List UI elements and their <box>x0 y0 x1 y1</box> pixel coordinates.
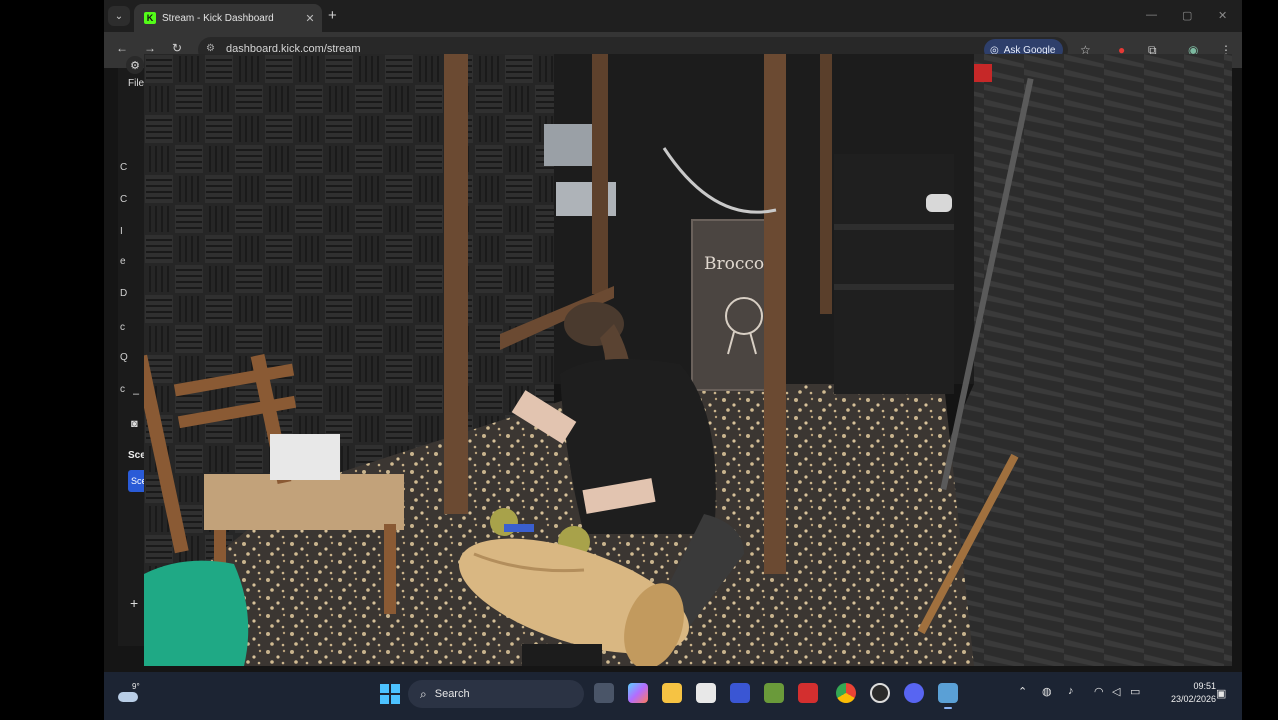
windows-taskbar: 9° ⌕ Search ⌃ ◍ ♪ ◠ ◁ ▭ 09:51 23/02/2026… <box>104 672 1242 720</box>
minecraft-icon[interactable] <box>764 683 784 703</box>
maximize-icon[interactable]: ▢ <box>1182 9 1192 22</box>
show-hidden-icons-icon[interactable]: ⌃ <box>1018 685 1027 698</box>
close-window-icon[interactable]: ✕ <box>1218 9 1227 22</box>
kick-favicon-icon: K <box>144 12 156 24</box>
task-view-icon[interactable] <box>594 683 614 703</box>
taskbar-clock[interactable]: 09:51 23/02/2026 <box>1154 680 1216 706</box>
dashboard-side-label[interactable]: c <box>120 384 125 395</box>
file-explorer-icon[interactable] <box>662 683 682 703</box>
roblox-icon[interactable] <box>798 683 818 703</box>
dashboard-side-label[interactable]: D <box>120 288 127 299</box>
dashboard-side-label[interactable]: C <box>120 194 127 205</box>
minimize-icon[interactable]: — <box>1146 9 1157 21</box>
dashboard-side-label[interactable]: I <box>120 226 123 237</box>
windows-logo-icon <box>380 684 389 693</box>
tab-search-button[interactable]: ⌄ <box>108 6 130 26</box>
video-settings-icon[interactable]: ⚙ <box>126 56 144 74</box>
wifi-icon[interactable]: ◠ <box>1094 685 1104 698</box>
volume-icon[interactable]: ◁ <box>1112 685 1120 698</box>
calendar-icon[interactable] <box>696 683 716 703</box>
camera-icon[interactable]: ◙ <box>131 418 138 430</box>
browser-tab-strip: ⌄ K Stream - Kick Dashboard ✕ + — ▢ ✕ <box>104 0 1242 32</box>
clock-time: 09:51 <box>1193 681 1216 691</box>
chrome-icon[interactable] <box>836 683 856 703</box>
desktop-screen: ⌄ K Stream - Kick Dashboard ✕ + — ▢ ✕ ← … <box>104 0 1242 720</box>
woodworking-room-scene: Broccoli <box>144 54 1232 666</box>
collapse-icon[interactable]: – <box>133 388 139 400</box>
notifications-icon[interactable]: ▣ <box>1216 687 1226 700</box>
new-tab-button[interactable]: + <box>328 7 337 24</box>
stream-video-preview[interactable]: Broccoli <box>144 54 1232 666</box>
file-menu[interactable]: File <box>128 78 144 89</box>
back-icon[interactable]: ← <box>116 41 128 55</box>
chevron-down-icon: ⌄ <box>114 10 124 22</box>
weather-temp: 9° <box>132 682 140 691</box>
copilot-icon[interactable] <box>628 683 648 703</box>
tab-title: Stream - Kick Dashboard <box>162 12 274 24</box>
search-icon: ⌕ <box>420 686 427 701</box>
search-placeholder: Search <box>434 688 470 700</box>
tray-app-icon[interactable]: ◍ <box>1042 685 1052 698</box>
obs-icon[interactable] <box>870 683 890 703</box>
screen-app-icon[interactable] <box>938 683 958 709</box>
microphone-icon[interactable]: ♪ <box>1068 685 1074 697</box>
browser-tab-kick-dashboard[interactable]: K Stream - Kick Dashboard ✕ <box>134 4 322 32</box>
add-scene-button[interactable]: + <box>130 595 138 611</box>
discord-icon[interactable] <box>904 683 924 703</box>
dashboard-side-label[interactable]: Q <box>120 352 128 363</box>
weather-widget[interactable]: 9° <box>118 682 144 708</box>
close-tab-icon[interactable]: ✕ <box>302 12 318 25</box>
reload-icon[interactable]: ↻ <box>172 41 182 55</box>
dashboard-side-label[interactable]: C <box>120 162 127 173</box>
clock-date: 23/02/2026 <box>1170 694 1216 704</box>
site-info-icon[interactable]: ⚙ <box>206 43 215 54</box>
dashboard-side-label[interactable]: e <box>120 256 126 267</box>
start-button[interactable] <box>380 684 400 704</box>
cloud-icon <box>118 692 138 702</box>
taskbar-search[interactable]: ⌕ Search <box>408 680 584 708</box>
dashboard-side-label[interactable]: c <box>120 322 125 333</box>
zoom-icon[interactable] <box>730 683 750 703</box>
battery-icon[interactable]: ▭ <box>1130 685 1140 698</box>
forward-icon[interactable]: → <box>144 41 156 55</box>
